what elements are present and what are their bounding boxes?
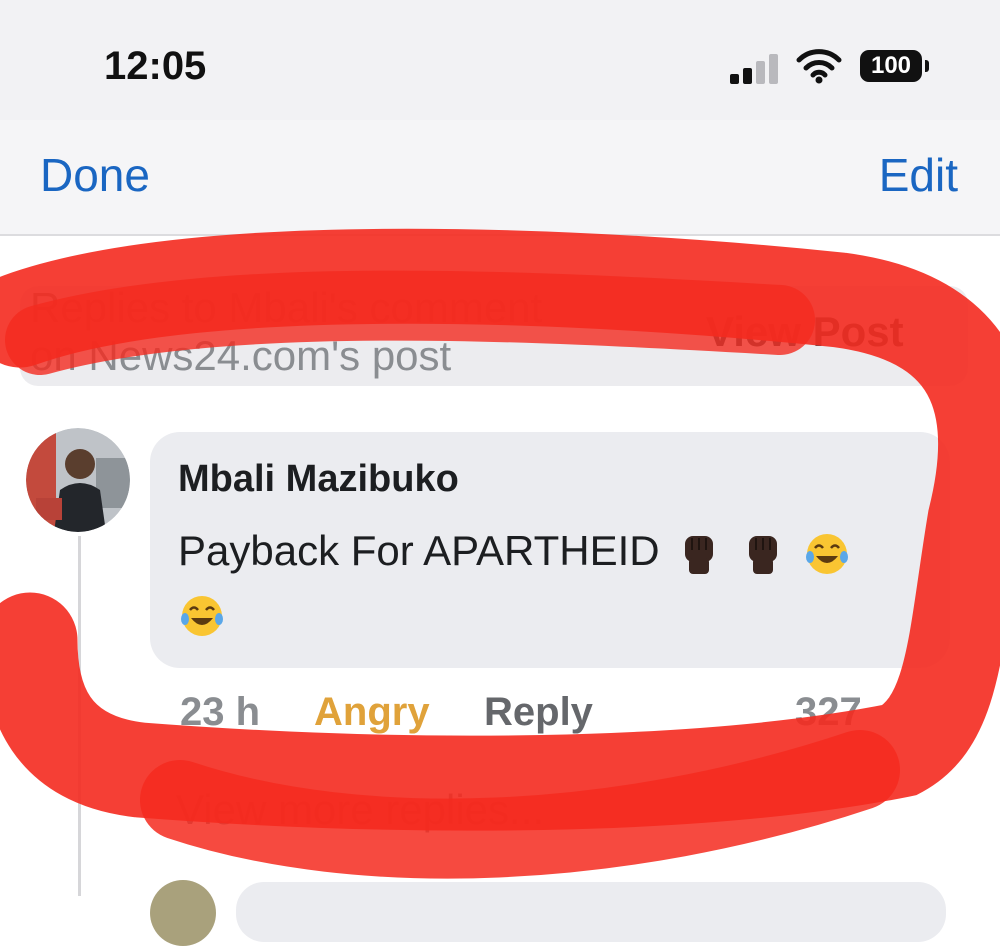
reply-button[interactable]: Reply — [484, 690, 593, 735]
battery-tip — [925, 60, 929, 72]
raised-fist-emoji — [685, 535, 714, 574]
signal-icon — [730, 52, 782, 84]
done-button[interactable]: Done — [40, 148, 150, 202]
header-title-line2: on News24.com's post — [30, 332, 452, 379]
header-title-line1: Replies to Mbali's comment — [30, 284, 543, 331]
edit-button[interactable]: Edit — [879, 148, 958, 202]
status-time: 12:05 — [104, 44, 207, 88]
reply-bubble[interactable] — [236, 882, 946, 942]
view-post-button[interactable]: View Post — [706, 308, 904, 356]
comment-timestamp: 23 h — [180, 690, 261, 734]
thread-line — [78, 536, 81, 896]
wifi-icon — [796, 49, 842, 84]
comment-author[interactable]: Mbali Mazibuko — [178, 458, 459, 501]
status-bar: 12:05 100 — [0, 0, 1000, 120]
reaction-count[interactable]: 327 — [795, 690, 862, 735]
tears-of-joy-emoji — [181, 595, 223, 636]
comment-body: Payback For APARTHEID — [178, 527, 660, 574]
avatar[interactable] — [26, 428, 130, 532]
nav-bar: Done Edit — [0, 120, 1000, 236]
raised-fist-emoji — [748, 535, 777, 574]
tears-of-joy-emoji — [805, 533, 848, 574]
replies-header-title: Replies to Mbali's comment on News24.com… — [30, 284, 670, 380]
reply-avatar[interactable] — [150, 880, 216, 946]
view-more-replies-link[interactable]: View more replies... — [176, 786, 544, 834]
battery-icon: 100 — [860, 50, 922, 82]
comment-text: Payback For APARTHEID — [178, 520, 918, 644]
reaction-button[interactable]: Angry — [314, 690, 430, 735]
